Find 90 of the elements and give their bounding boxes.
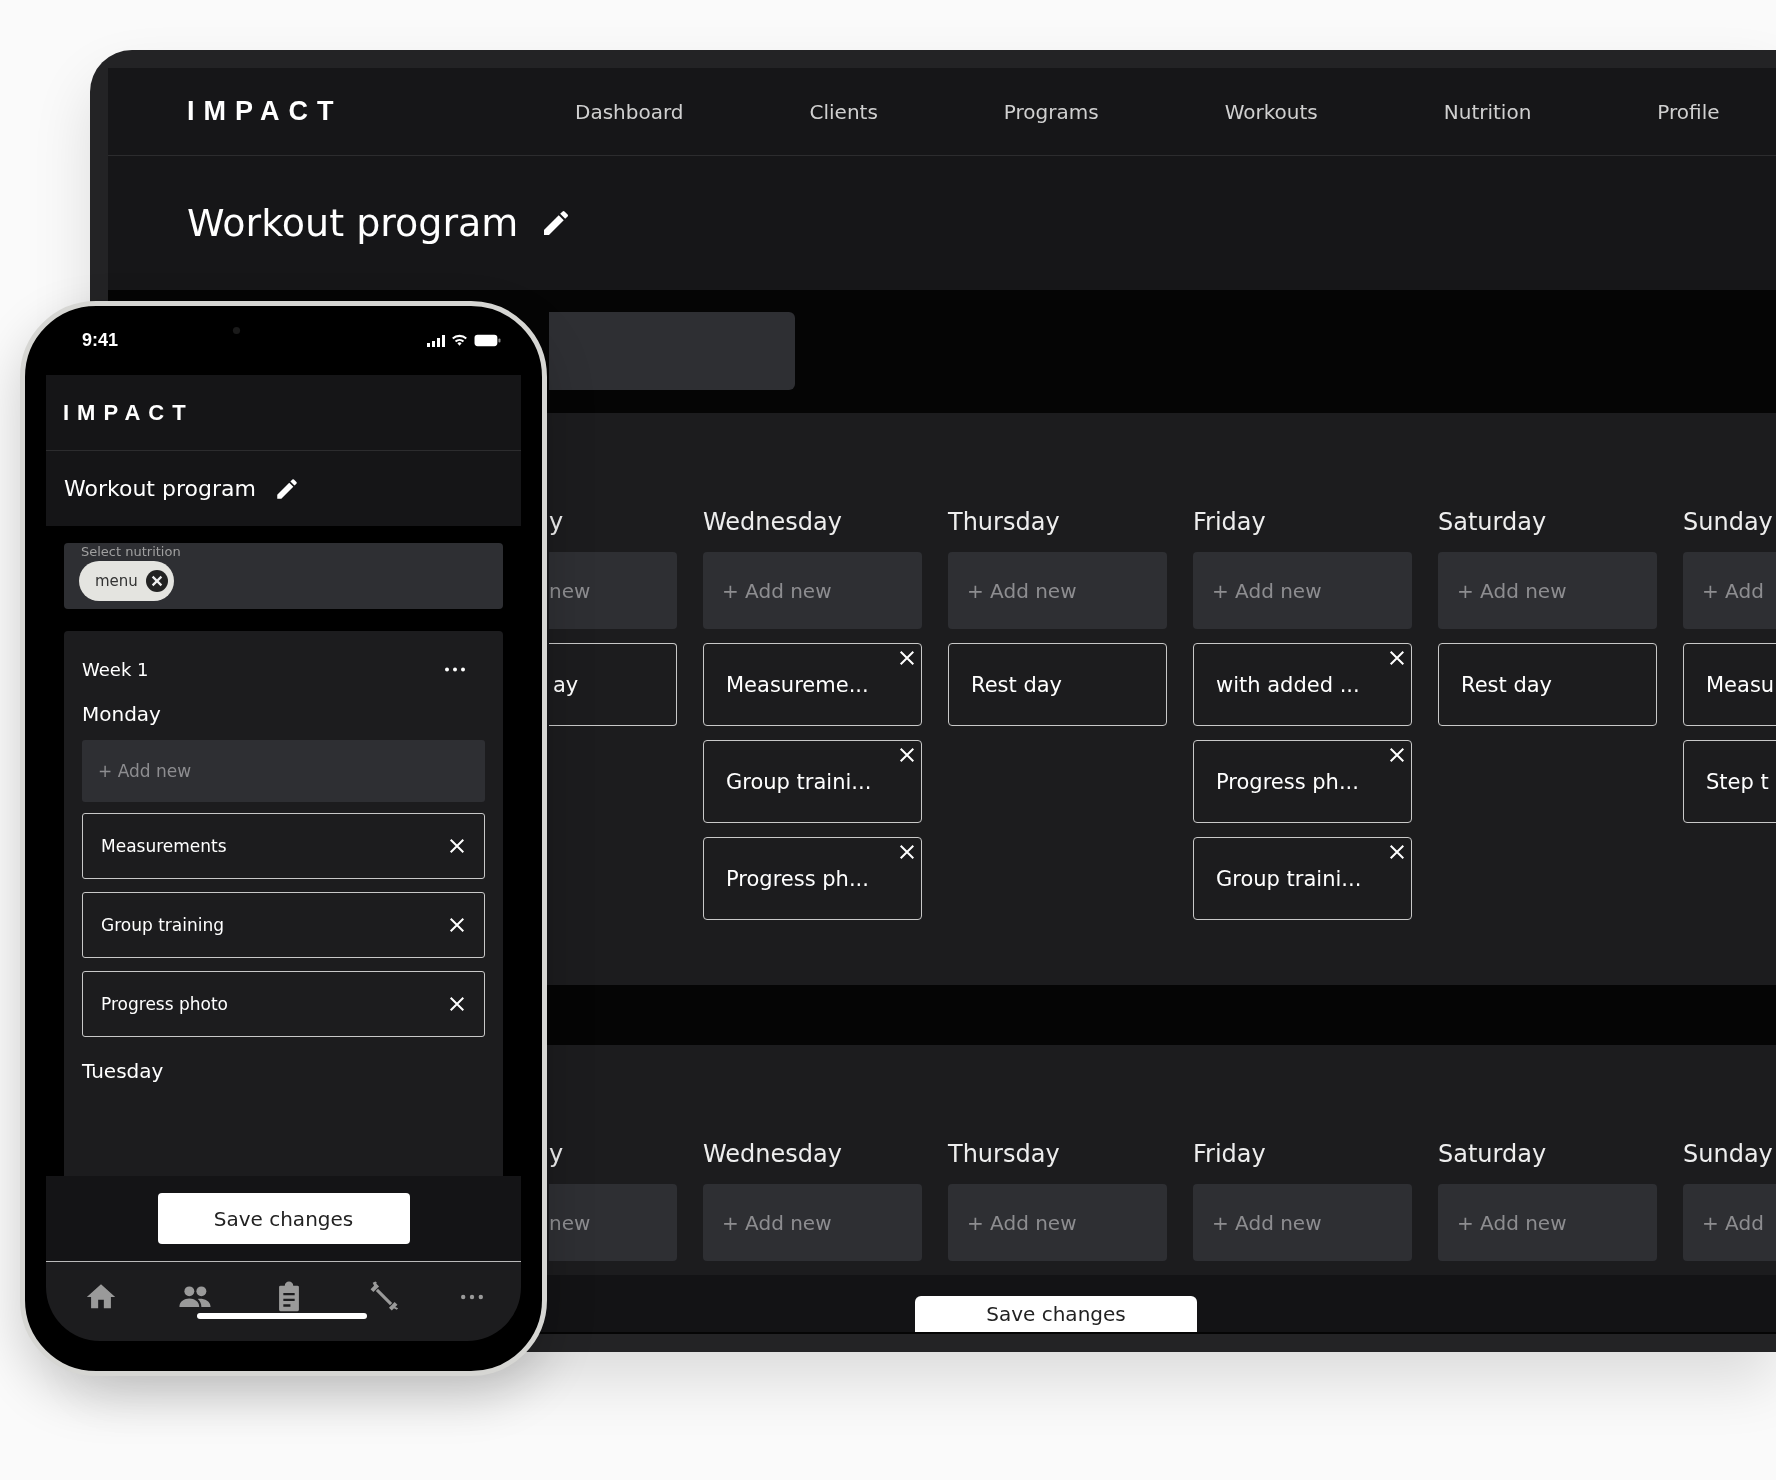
workout-card[interactable]: Progress ph... — [1193, 740, 1412, 823]
add-new-button[interactable]: + Add new — [1438, 1184, 1657, 1261]
workout-card[interactable]: Group traini... — [1193, 837, 1412, 920]
add-new-button[interactable]: + Add new — [1193, 552, 1412, 629]
menu-chip[interactable]: menu — [79, 561, 174, 601]
day-heading: Saturday — [1438, 508, 1548, 538]
status-time: 9:41 — [82, 330, 120, 351]
add-new-button[interactable]: + Add — [1683, 552, 1776, 629]
close-icon[interactable] — [898, 649, 916, 667]
card-label: Rest day — [971, 672, 1063, 697]
workout-card[interactable]: Rest day — [948, 643, 1167, 726]
add-new-button[interactable]: new — [549, 552, 677, 629]
card-label: Measureme... — [726, 672, 869, 697]
card-label: Measu — [1706, 672, 1775, 697]
page-title: Workout program — [64, 476, 256, 501]
wifi-icon — [451, 334, 468, 347]
card-label: with added ... — [1216, 672, 1360, 697]
add-new-button[interactable]: new — [549, 1184, 677, 1261]
day-heading: Wednesday — [703, 1140, 843, 1170]
card-label: ay — [553, 672, 579, 697]
day-heading: Friday — [1193, 508, 1267, 538]
logo: IMPACT — [63, 399, 194, 426]
workout-card[interactable]: Progress photo — [82, 971, 485, 1037]
nav-link[interactable]: Profile — [1657, 99, 1720, 124]
day-heading: Monday — [82, 702, 162, 726]
nav-link[interactable]: Clients — [809, 99, 878, 124]
input-field[interactable] — [549, 312, 795, 390]
workout-card[interactable]: Measu — [1683, 643, 1776, 726]
card-label: Progress ph... — [1216, 769, 1359, 794]
workout-card[interactable]: Step t — [1683, 740, 1776, 823]
save-button[interactable]: Save changes — [157, 1193, 410, 1244]
card-label: Rest day — [1461, 672, 1553, 697]
signal-icon — [427, 334, 445, 347]
day-heading: Wednesday — [703, 508, 843, 538]
more-icon[interactable] — [460, 1294, 483, 1300]
day-heading: Thursday — [948, 1140, 1061, 1170]
add-new-button[interactable]: + Add new — [948, 1184, 1167, 1261]
workout-card[interactable]: Group training — [82, 892, 485, 958]
day-heading: Tuesday — [82, 1059, 165, 1083]
nav-link[interactable]: Dashboard — [575, 99, 684, 124]
day-heading: Friday — [1193, 1140, 1267, 1170]
more-icon[interactable] — [445, 667, 465, 672]
day-heading: Sunday — [1683, 1140, 1774, 1170]
workout-card[interactable]: with added ... — [1193, 643, 1412, 726]
add-new-button[interactable]: + Add new — [703, 552, 922, 629]
chip-label: menu — [95, 572, 138, 590]
nav-link[interactable]: Programs — [1003, 99, 1099, 124]
day-heading: Sunday — [1683, 508, 1774, 538]
close-icon[interactable] — [1388, 649, 1406, 667]
close-icon[interactable] — [898, 746, 916, 764]
card-label: Group traini... — [1216, 866, 1362, 891]
close-icon[interactable] — [1388, 746, 1406, 764]
workout-card[interactable]: Measurements — [82, 813, 485, 879]
card-label: Progress photo — [101, 994, 228, 1014]
add-new-button[interactable]: + Add new — [1193, 1184, 1412, 1261]
add-new-button[interactable]: + Add new — [82, 740, 485, 802]
add-new-button[interactable]: + Add new — [948, 552, 1167, 629]
workout-card[interactable]: Group traini... — [703, 740, 922, 823]
battery-icon — [474, 334, 501, 347]
close-icon[interactable] — [1388, 843, 1406, 861]
save-button[interactable]: Save changes — [915, 1296, 1197, 1332]
day-heading: y — [549, 1140, 565, 1170]
page-title: Workout program — [187, 201, 519, 245]
add-new-button[interactable]: + Add — [1683, 1184, 1776, 1261]
workout-card[interactable]: Progress ph... — [703, 837, 922, 920]
card-label: Group traini... — [726, 769, 872, 794]
field-label: Select nutrition — [80, 544, 182, 560]
nav-link[interactable]: Nutrition — [1443, 99, 1532, 124]
add-new-button[interactable]: + Add new — [703, 1184, 922, 1261]
nutrition-field[interactable]: Select nutrition menu — [64, 543, 503, 609]
close-icon[interactable] — [448, 837, 466, 855]
nav-link[interactable]: Workouts — [1224, 99, 1318, 124]
workout-card[interactable]: Rest day — [1438, 643, 1657, 726]
card-label: Measurements — [101, 836, 227, 856]
card-label: Group training — [101, 915, 225, 935]
close-icon[interactable] — [898, 843, 916, 861]
camera-icon — [232, 326, 241, 335]
day-heading: Saturday — [1438, 1140, 1548, 1170]
card-label: Step t — [1706, 769, 1769, 794]
day-heading: Thursday — [948, 508, 1061, 538]
add-new-button[interactable]: + Add new — [1438, 552, 1657, 629]
close-icon[interactable] — [448, 995, 466, 1013]
workout-card[interactable]: Measureme... — [703, 643, 922, 726]
card-label: Progress ph... — [726, 866, 869, 891]
remove-icon[interactable] — [145, 570, 168, 592]
workout-card[interactable]: ay — [549, 643, 677, 726]
close-icon[interactable] — [448, 916, 466, 934]
logo: IMPACT — [187, 96, 337, 127]
day-heading: y — [549, 508, 565, 538]
week-label: Week 1 — [82, 659, 149, 680]
